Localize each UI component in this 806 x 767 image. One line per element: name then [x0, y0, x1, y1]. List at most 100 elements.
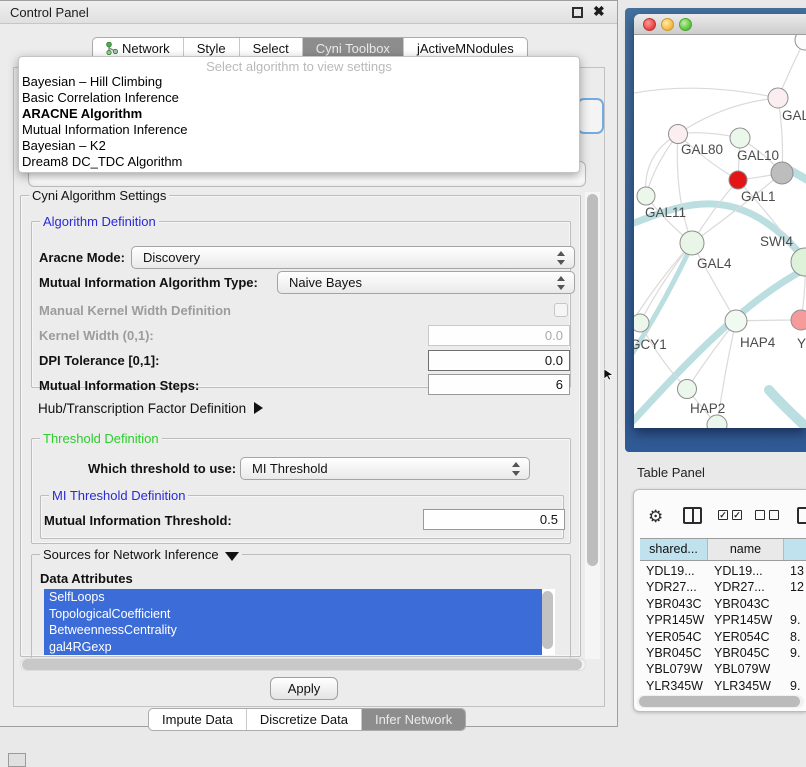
float-window-icon[interactable] — [572, 7, 583, 18]
column-view-icon[interactable] — [683, 507, 702, 524]
algorithm-combo-button-fragment[interactable] — [577, 98, 604, 134]
data-attribute-item-selected[interactable]: SelfLoops — [44, 589, 542, 606]
algorithm-option[interactable]: Bayesian – K2 — [19, 138, 579, 154]
combo-value: Naive Bayes — [289, 275, 362, 290]
gear-icon[interactable]: ⚙ — [648, 507, 663, 527]
network-node[interactable] — [771, 162, 793, 184]
data-attributes-list[interactable]: SelfLoopsTopologicalCoefficientBetweenne… — [44, 589, 555, 655]
network-node[interactable] — [729, 171, 747, 189]
partial-icon[interactable] — [8, 753, 26, 767]
column-header[interactable] — [784, 539, 806, 560]
close-icon[interactable]: ✖ — [593, 3, 605, 20]
network-node[interactable] — [768, 88, 788, 108]
stepper-icon — [557, 251, 565, 265]
checkbox-checked-icon[interactable]: ✓ — [732, 510, 742, 520]
group-title: Sources for Network Inference — [40, 547, 242, 562]
dpi-tolerance-field[interactable]: 0.0 — [428, 350, 570, 371]
table-cell: YDR27... — [714, 580, 765, 594]
algorithm-option[interactable]: ARACNE Algorithm — [19, 106, 579, 122]
attribute-list-scrollbar[interactable] — [542, 591, 553, 649]
group-title: Threshold Definition — [40, 431, 162, 446]
table-cell: YBR043C — [714, 597, 770, 611]
network-node[interactable] — [730, 128, 750, 148]
column-header[interactable]: shared... — [640, 539, 708, 560]
network-node[interactable] — [725, 310, 747, 332]
network-node[interactable] — [669, 125, 688, 144]
settings-vertical-scrollbar-thumb[interactable] — [587, 194, 598, 566]
network-view-window[interactable]: GALGAL80GAL10GAL1GAL11GAL4SWI4HAP4YGCY1H… — [634, 14, 806, 428]
checkbox-unchecked-icon[interactable] — [769, 510, 779, 520]
network-canvas[interactable]: GALGAL80GAL10GAL1GAL11GAL4SWI4HAP4YGCY1H… — [634, 35, 806, 428]
chevron-right-icon — [254, 402, 263, 414]
mi-threshold-field[interactable]: 0.5 — [423, 509, 565, 530]
zoom-traffic-light-icon[interactable] — [679, 18, 692, 31]
network-edge[interactable] — [640, 243, 692, 323]
hub-definition-toggle[interactable]: Hub/Transcription Factor Definition — [38, 401, 263, 416]
new-table-icon[interactable] — [797, 507, 806, 524]
mi-steps-field[interactable]: 6 — [428, 374, 570, 395]
algorithm-option[interactable]: Dream8 DC_TDC Algorithm — [19, 154, 579, 170]
mi-type-label: Mutual Information Algorithm Type: — [39, 275, 258, 290]
close-traffic-light-icon[interactable] — [643, 18, 656, 31]
network-node[interactable] — [680, 231, 704, 255]
table-horizontal-scrollbar-thumb[interactable] — [639, 696, 800, 707]
tab-impute-data[interactable]: Impute Data — [149, 709, 247, 730]
algorithm-definition-group: Algorithm Definition Aracne Mode: Discov… — [31, 221, 571, 388]
column-header[interactable]: name — [708, 539, 784, 560]
aracne-mode-combo[interactable]: Discovery — [131, 246, 575, 269]
algorithm-option[interactable]: Bayesian – Hill Climbing — [19, 74, 579, 90]
popup-item-list: Bayesian – Hill ClimbingBasic Correlatio… — [19, 74, 579, 170]
mouse-cursor-icon — [604, 369, 614, 381]
node-label: SWI4 — [760, 234, 793, 249]
node-label: GAL80 — [681, 142, 723, 157]
network-edge[interactable] — [646, 134, 678, 196]
network-node[interactable] — [678, 380, 697, 399]
tab-discretize-data[interactable]: Discretize Data — [247, 709, 362, 730]
network-node[interactable] — [634, 314, 649, 332]
network-node[interactable] — [795, 35, 806, 50]
combo-value: Discovery — [143, 250, 200, 265]
network-edge[interactable] — [646, 134, 678, 196]
node-label: GAL1 — [741, 189, 776, 204]
data-attributes-label: Data Attributes — [40, 571, 133, 586]
network-edge[interactable] — [634, 88, 778, 98]
kernel-width-field[interactable]: 0.0 — [428, 325, 570, 346]
data-attribute-item-selected[interactable]: BetweennessCentrality — [44, 622, 542, 639]
which-threshold-combo[interactable]: MI Threshold — [240, 457, 530, 480]
group-title: MI Threshold Definition — [49, 488, 188, 503]
table-panel-title: Table Panel — [637, 465, 705, 480]
sources-title: Sources for Network Inference — [43, 547, 219, 562]
network-node[interactable] — [637, 187, 655, 205]
kernel-width-label: Kernel Width (0,1): — [39, 328, 154, 343]
settings-horizontal-scrollbar-thumb[interactable] — [22, 659, 582, 670]
popup-placeholder: Select algorithm to view settings — [19, 59, 579, 74]
network-edge-thick[interactable] — [769, 390, 806, 428]
chevron-down-icon[interactable] — [225, 552, 239, 561]
data-attribute-item-selected[interactable]: TopologicalCoefficient — [44, 606, 542, 623]
network-edge[interactable] — [678, 98, 778, 134]
tab-label: Infer Network — [375, 709, 452, 730]
network-edge[interactable] — [692, 243, 736, 321]
algorithm-option[interactable]: Mutual Information Inference — [19, 122, 579, 138]
data-attribute-item-selected[interactable]: gal4RGexp — [44, 639, 542, 656]
table-cell: YLR345W — [714, 679, 771, 693]
network-icon — [106, 42, 118, 55]
algorithm-option[interactable]: Basic Correlation Inference — [19, 90, 579, 106]
aracne-mode-label: Aracne Mode: — [39, 250, 125, 265]
minimize-traffic-light-icon[interactable] — [661, 18, 674, 31]
table-cell: YBR045C — [714, 646, 770, 660]
network-edge[interactable] — [678, 134, 738, 180]
which-threshold-label: Which threshold to use: — [88, 461, 236, 476]
network-node[interactable] — [791, 310, 806, 330]
apply-button[interactable]: Apply — [270, 677, 338, 700]
mi-type-combo[interactable]: Naive Bayes — [277, 271, 575, 294]
manual-kernel-checkbox[interactable] — [554, 303, 568, 317]
table-cell: YER054C — [714, 630, 770, 644]
stepper-icon — [512, 462, 520, 476]
checkbox-unchecked-icon[interactable] — [755, 510, 765, 520]
node-label: GAL11 — [645, 205, 686, 220]
tab-label: Impute Data — [162, 709, 233, 730]
tab-infer-network[interactable]: Infer Network — [362, 709, 465, 730]
network-window-titlebar[interactable] — [634, 14, 806, 35]
checkbox-checked-icon[interactable]: ✓ — [718, 510, 728, 520]
